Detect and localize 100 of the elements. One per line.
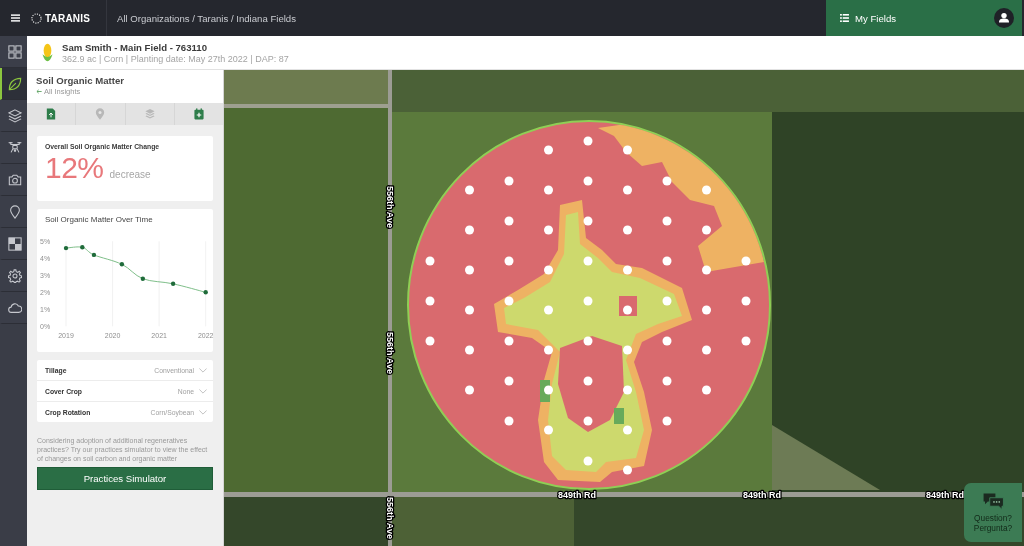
panel-title: Soil Organic Matter [36, 75, 124, 86]
settings-icon [7, 268, 22, 283]
breadcrumb: All Organizations / Taranis / Indiana Fields [117, 12, 296, 24]
card-title: Soil Organic Matter Over Time [45, 215, 154, 224]
road-label: 556th Ave [385, 186, 395, 228]
sample-point-icon [623, 145, 632, 155]
sample-point-icon [504, 256, 514, 266]
sample-point-icon [504, 416, 514, 426]
change-value: 12% [45, 151, 104, 185]
sample-point-icon [662, 376, 672, 386]
calendar-plus-icon [193, 108, 204, 120]
sample-point-icon [741, 296, 751, 306]
sample-point-icon [583, 296, 593, 306]
sample-point-icon [504, 216, 514, 226]
sample-point-icon [702, 345, 711, 355]
sample-point-icon [623, 305, 632, 315]
sample-point-icon [504, 336, 514, 346]
camera-icon [7, 172, 22, 187]
sample-point-icon [544, 305, 553, 315]
sample-point-icon [465, 385, 474, 395]
data-point [63, 245, 69, 251]
sample-point-icon [662, 296, 672, 306]
sample-point-icon [504, 176, 514, 186]
sample-point-icon [623, 385, 632, 395]
layers-icon [7, 108, 22, 123]
sample-point-icon [465, 185, 474, 195]
my-fields-button[interactable]: My Fields [840, 12, 897, 24]
map-pin-icon [7, 204, 22, 219]
cloud-icon [7, 300, 22, 315]
user-avatar-icon[interactable] [994, 8, 1014, 28]
leaf-icon [7, 76, 22, 91]
sample-point-icon [583, 416, 593, 426]
sample-point-icon [662, 336, 672, 346]
data-point [119, 262, 125, 267]
sample-point-icon [583, 336, 593, 346]
checker-icon [7, 236, 22, 251]
sample-point-icon [425, 256, 435, 266]
data-point [203, 290, 208, 295]
sample-point-icon [504, 296, 514, 306]
grid-icon [7, 44, 22, 59]
road-label: 556th Ave [385, 332, 395, 374]
sample-point-icon [583, 136, 593, 146]
back-arrow-icon [36, 89, 42, 94]
sample-point-icon [544, 385, 553, 395]
sample-point-icon [544, 185, 553, 195]
road-label: 556th Ave [385, 497, 395, 539]
sample-point-icon [623, 465, 632, 475]
sample-point-icon [544, 225, 553, 235]
layers-icon [144, 108, 155, 120]
sample-point-icon [702, 265, 711, 275]
data-point [140, 276, 146, 281]
sample-point-icon [702, 185, 711, 195]
sample-point-icon [465, 345, 474, 355]
sample-point-icon [623, 345, 632, 355]
map-pin-icon [95, 108, 106, 120]
data-point [91, 252, 97, 258]
sample-point-icon [623, 185, 632, 195]
sample-point-icon [741, 336, 751, 346]
data-point [80, 245, 85, 250]
logo-ring-icon [31, 12, 42, 24]
sample-point-icon [741, 256, 751, 266]
sample-point-icon [583, 216, 593, 226]
sample-point-icon [623, 425, 632, 435]
sample-point-icon [465, 265, 474, 275]
chat-button[interactable]: Question? Pergunta? [964, 483, 1022, 542]
sample-point-icon [702, 385, 711, 395]
chat-bubbles-icon [982, 492, 1004, 510]
sample-point-icon [544, 345, 553, 355]
sample-point-icon [662, 416, 672, 426]
sample-point-icon [544, 425, 553, 435]
sample-point-icon [465, 305, 474, 315]
field-title: Sam Smith - Main Field - 763110 [62, 41, 209, 53]
sample-point-icon [662, 256, 672, 266]
sample-point-icon [623, 225, 632, 235]
logo-text: TARANIS [45, 12, 91, 24]
file-upload-icon [46, 108, 57, 120]
sample-point-icon [623, 265, 632, 275]
list-icon [840, 14, 849, 22]
drone-icon [7, 140, 22, 155]
chevron-down-icon [199, 367, 207, 373]
sample-point-icon [544, 265, 553, 275]
sample-point-icon [583, 256, 593, 266]
sample-point-icon [662, 176, 672, 186]
sample-point-icon [583, 376, 593, 386]
corn-icon [42, 43, 53, 62]
sample-point-icon [544, 145, 553, 155]
change-label: decrease [109, 169, 151, 180]
sample-point-icon [504, 376, 514, 386]
practices-simulator-button[interactable]: Practices Simulator [37, 467, 213, 491]
chevron-down-icon [199, 388, 207, 394]
menu-icon[interactable] [11, 14, 20, 22]
sample-point-icon [583, 456, 593, 466]
data-point [170, 281, 176, 286]
sample-point-icon [465, 225, 474, 235]
field-details: 362.9 ac | Corn | Planting date: May 27th 2022 | DAP: 87 [62, 53, 289, 64]
sample-point-icon [583, 176, 593, 186]
chevron-down-icon [199, 409, 207, 415]
sample-point-icon [425, 336, 435, 346]
sample-point-icon [425, 296, 435, 306]
sample-point-icon [702, 225, 711, 235]
